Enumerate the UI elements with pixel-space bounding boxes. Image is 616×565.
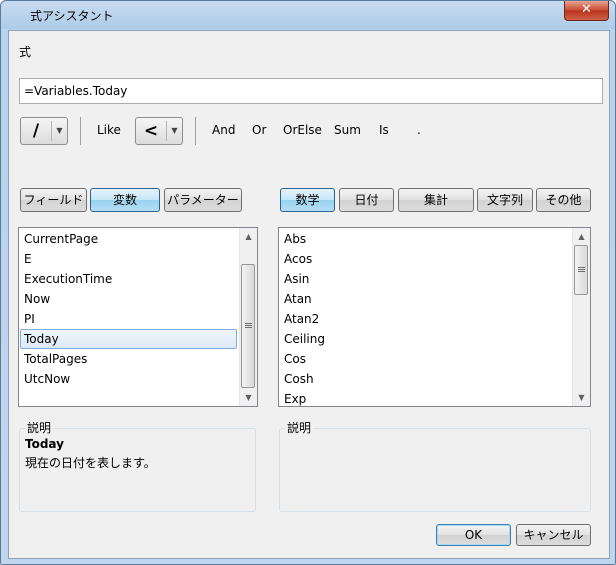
scroll-down-icon[interactable]: ▼: [573, 389, 590, 406]
tab-aggregate[interactable]: 集計: [398, 188, 474, 212]
scroll-thumb[interactable]: [241, 264, 255, 388]
list-item[interactable]: Acos: [280, 249, 572, 269]
tab-other[interactable]: その他: [536, 188, 591, 212]
list-item[interactable]: UtcNow: [20, 369, 239, 389]
chevron-down-icon: ▼: [51, 121, 67, 141]
close-icon: ✕: [581, 2, 592, 17]
list-item[interactable]: Atan2: [280, 309, 572, 329]
orelse-operator[interactable]: OrElse: [283, 123, 322, 137]
comparison-operator-dropdown[interactable]: < ▼: [135, 117, 183, 145]
list-item[interactable]: ExecutionTime: [20, 269, 239, 289]
list-item[interactable]: Now: [20, 289, 239, 309]
description-group-right: [279, 428, 591, 512]
and-operator[interactable]: And: [212, 123, 235, 137]
is-operator[interactable]: Is: [379, 123, 389, 137]
formula-label: 式: [19, 45, 32, 59]
vertical-scrollbar[interactable]: ▲ ▼: [572, 228, 590, 406]
tab-variables[interactable]: 変数: [90, 188, 160, 212]
formula-input[interactable]: =Variables.Today: [19, 78, 603, 104]
separator: [195, 117, 196, 145]
scroll-down-icon[interactable]: ▼: [240, 389, 257, 406]
list-item-selected[interactable]: Today: [20, 329, 237, 349]
vertical-scrollbar[interactable]: ▲ ▼: [239, 228, 257, 406]
variables-listbox[interactable]: CurrentPage E ExecutionTime Now PI Today…: [18, 227, 258, 407]
expression-assistant-window: 式アシスタント ✕ 式 =Variables.Today / ▼ Like < …: [0, 0, 616, 565]
list-item[interactable]: Cosh: [280, 369, 572, 389]
chevron-down-icon: ▼: [166, 121, 182, 141]
tab-parameters[interactable]: パラメーター: [164, 188, 242, 212]
tab-math[interactable]: 数学: [280, 188, 335, 212]
dot-operator[interactable]: .: [417, 123, 421, 137]
list-item[interactable]: Ceiling: [280, 329, 572, 349]
list-item[interactable]: Asin: [280, 269, 572, 289]
list-item[interactable]: E: [20, 249, 239, 269]
sum-operator[interactable]: Sum: [334, 123, 361, 137]
window-title: 式アシスタント: [30, 9, 114, 23]
scroll-thumb[interactable]: [574, 245, 588, 295]
separator: [80, 117, 81, 145]
tab-string[interactable]: 文字列: [477, 188, 533, 212]
list-item[interactable]: Cos: [280, 349, 572, 369]
description-title: 説明: [285, 419, 314, 436]
description-title: 説明: [25, 419, 54, 436]
functions-listbox[interactable]: Abs Acos Asin Atan Atan2 Ceiling Cos Cos…: [278, 227, 591, 407]
list-item[interactable]: PI: [20, 309, 239, 329]
list-item[interactable]: TotalPages: [20, 349, 239, 369]
scroll-up-icon[interactable]: ▲: [573, 228, 590, 245]
list-item[interactable]: Atan: [280, 289, 572, 309]
list-item[interactable]: Abs: [280, 229, 572, 249]
list-item[interactable]: CurrentPage: [20, 229, 239, 249]
close-button[interactable]: ✕: [564, 1, 609, 21]
description-text: 現在の日付を表します。: [25, 456, 156, 470]
title-bar[interactable]: 式アシスタント ✕: [1, 1, 615, 29]
list-item[interactable]: Exp: [280, 389, 572, 406]
or-operator[interactable]: Or: [252, 123, 266, 137]
scroll-up-icon[interactable]: ▲: [240, 228, 257, 245]
arithmetic-operator-dropdown[interactable]: / ▼: [20, 117, 68, 145]
operator-symbol: /: [32, 121, 40, 141]
description-item-name: Today: [25, 437, 64, 451]
operator-symbol: <: [143, 121, 159, 141]
ok-button[interactable]: OK: [436, 524, 511, 546]
tab-date[interactable]: 日付: [339, 188, 394, 212]
like-operator[interactable]: Like: [97, 123, 121, 137]
cancel-button[interactable]: キャンセル: [516, 524, 591, 546]
dialog-body: 式 =Variables.Today / ▼ Like < ▼ And Or O…: [8, 30, 610, 559]
tab-fields[interactable]: フィールド: [20, 188, 87, 212]
